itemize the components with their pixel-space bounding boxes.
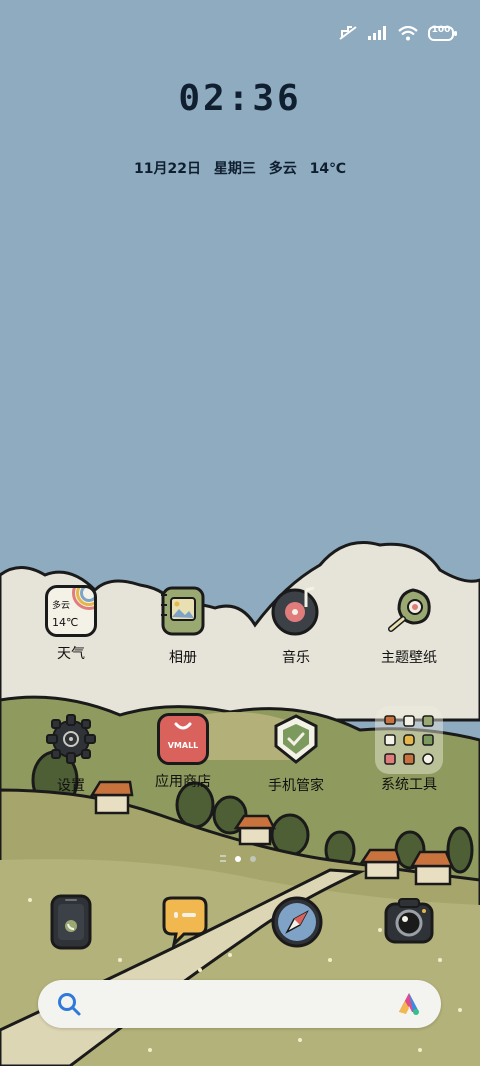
app-music[interactable]: 音乐 xyxy=(251,585,341,667)
app-phone-manager[interactable]: 手机管家 xyxy=(251,713,341,795)
search-bar[interactable] xyxy=(38,980,441,1028)
app-folder-system-tools[interactable]: 系统工具 xyxy=(364,706,454,794)
date-text: 11月22日 xyxy=(133,161,201,177)
app-label: 相册 xyxy=(169,650,197,666)
app-theme[interactable]: 主题壁纸 xyxy=(364,585,454,667)
page-indicator-list[interactable] xyxy=(220,855,226,862)
app-label: 应用商店 xyxy=(155,774,211,790)
weather-text: 多云 xyxy=(268,161,297,177)
camera-icon[interactable] xyxy=(379,892,439,952)
app-store[interactable]: VMALL 应用商店 xyxy=(138,713,228,791)
gallery-icon xyxy=(161,586,205,636)
weather-widget-condition: 多云 xyxy=(52,601,71,611)
vmall-badge: VMALL xyxy=(167,741,199,750)
battery-level: 100 xyxy=(431,24,451,35)
app-gallery[interactable]: 相册 xyxy=(138,585,228,667)
temperature-text: 14℃ xyxy=(309,161,347,177)
settings-gear-icon xyxy=(46,714,96,764)
music-icon xyxy=(271,586,319,636)
status-bar: 100 xyxy=(338,22,457,44)
app-label: 设置 xyxy=(57,778,85,794)
cellular-signal-icon xyxy=(368,26,386,40)
browser-compass-icon[interactable] xyxy=(267,892,327,952)
mute-icon xyxy=(339,26,357,40)
app-label: 系统工具 xyxy=(381,777,437,793)
app-label: 天气 xyxy=(57,646,85,662)
date-weather-line[interactable]: 11月22日 星期三 多云 14℃ xyxy=(0,158,480,178)
app-label: 主题壁纸 xyxy=(381,650,437,666)
weather-icon: 多云 14℃ xyxy=(45,585,97,637)
app-store-icon: VMALL xyxy=(157,713,209,765)
weekday-text: 星期三 xyxy=(213,161,256,177)
messages-icon[interactable] xyxy=(154,892,214,952)
wifi-icon xyxy=(398,25,418,40)
search-icon[interactable] xyxy=(56,991,82,1017)
system-tools-folder-icon xyxy=(375,706,443,774)
app-label: 手机管家 xyxy=(268,778,324,794)
app-label: 音乐 xyxy=(282,650,310,666)
page-dot-current[interactable] xyxy=(235,855,241,862)
phone-icon[interactable] xyxy=(41,892,101,952)
phone-manager-shield-icon xyxy=(274,714,318,764)
theme-icon xyxy=(388,588,431,632)
app-settings[interactable]: 设置 xyxy=(26,713,116,795)
weather-widget-temp: 14℃ xyxy=(52,616,79,629)
app-weather[interactable]: 多云 14℃ 天气 xyxy=(26,585,116,663)
clock-time[interactable]: 02:36 xyxy=(0,78,480,119)
page-indicator[interactable] xyxy=(220,855,256,862)
celia-assistant-icon[interactable] xyxy=(395,990,423,1018)
page-dot[interactable] xyxy=(250,855,256,862)
battery-icon: 100 xyxy=(428,24,457,41)
